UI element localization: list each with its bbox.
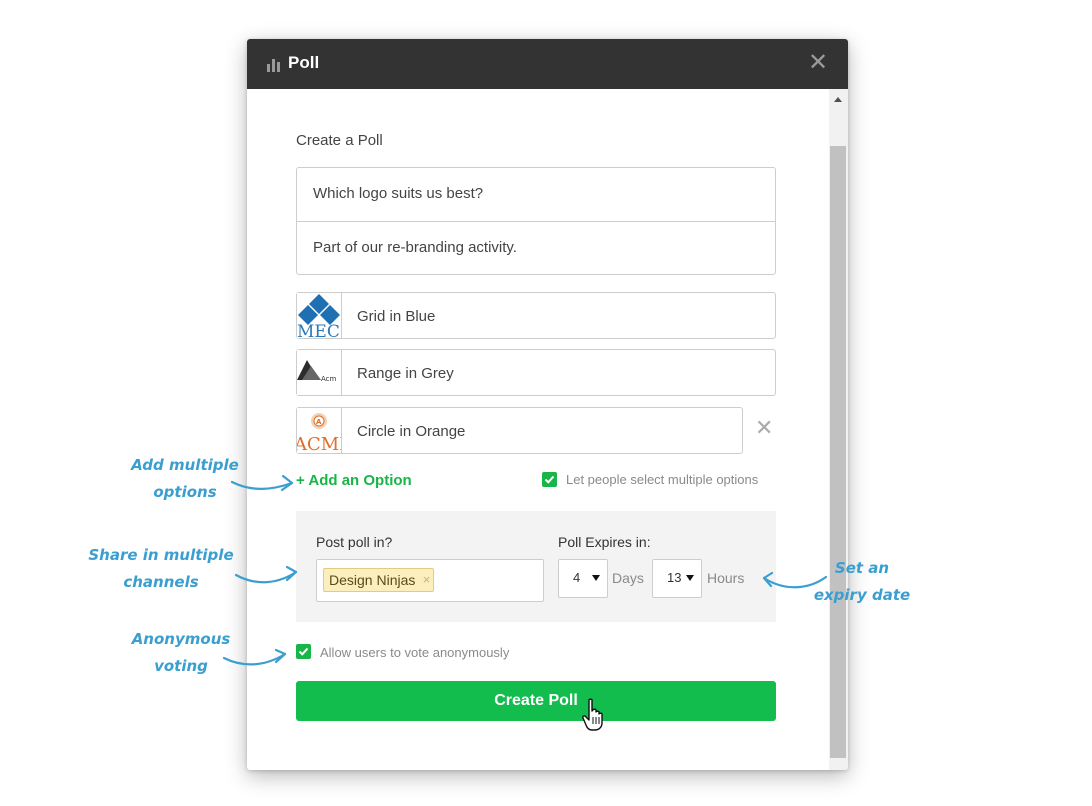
arrow-expiry [762, 575, 828, 589]
annotation-arrows [222, 474, 828, 666]
arrow-add-option-head [280, 474, 294, 492]
arrow-add-option [230, 480, 294, 490]
